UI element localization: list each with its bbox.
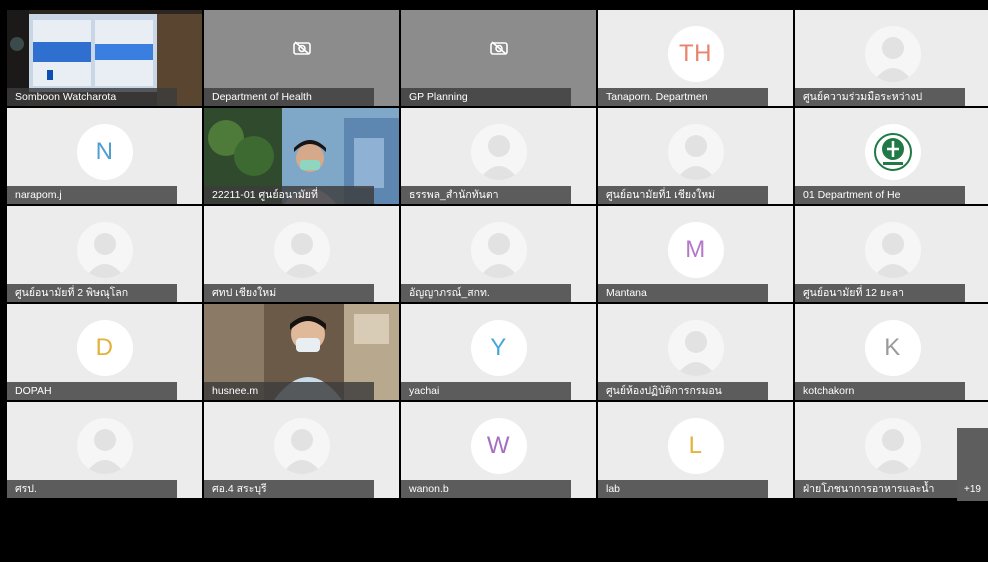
participant-name: ศทป เชียงใหม่ xyxy=(204,284,374,302)
default-avatar-icon xyxy=(470,124,527,181)
participant-name: ศูนย์อนามัยที่ 2 พิษณุโลก xyxy=(7,284,177,302)
initials-avatar: N xyxy=(76,124,133,181)
participant-tile[interactable]: husnee.m xyxy=(204,304,399,400)
participant-tile[interactable]: ศูนย์อนามัยที่1 เชียงใหม่ xyxy=(598,108,793,204)
participant-name: ฝ่ายโภชนาการอาหารและน้ำ xyxy=(795,480,965,498)
participant-tile[interactable]: Y yachai xyxy=(401,304,596,400)
default-avatar-icon xyxy=(470,222,527,279)
participant-name: อัญญาภรณ์_สกท. xyxy=(401,284,571,302)
initials-avatar: L xyxy=(667,418,724,475)
avatar-initials: M xyxy=(685,236,706,264)
default-avatar-icon xyxy=(864,418,921,475)
participant-tile[interactable]: D DOPAH xyxy=(7,304,202,400)
participant-grid: Somboon Watcharota Department of Health … xyxy=(7,10,988,498)
default-avatar-icon xyxy=(76,222,133,279)
participant-name: Mantana xyxy=(598,284,768,302)
participant-name: Somboon Watcharota xyxy=(7,88,177,106)
participant-name: ศอ.4 สระบุรี xyxy=(204,480,374,498)
avatar-initials: N xyxy=(95,138,114,166)
participant-name: 22211-01 ศูนย์อนามัยที่ xyxy=(204,186,374,204)
initials-avatar: TH xyxy=(667,26,724,83)
participant-tile[interactable]: W wanon.b xyxy=(401,402,596,498)
participant-name: wanon.b xyxy=(401,480,571,498)
participant-name: ศูนย์ความร่วมมือระหว่างป xyxy=(795,88,965,106)
participant-name: husnee.m xyxy=(204,382,374,400)
avatar-initials: Y xyxy=(490,334,507,362)
participant-tile[interactable]: GP Planning xyxy=(401,10,596,106)
participant-name: DOPAH xyxy=(7,382,177,400)
default-avatar-icon xyxy=(667,320,724,377)
participant-tile[interactable]: Department of Health xyxy=(204,10,399,106)
participant-name: narapom.j xyxy=(7,186,177,204)
participant-tile[interactable]: ศทป เชียงใหม่ xyxy=(204,206,399,302)
participant-tile[interactable]: ศรป. xyxy=(7,402,202,498)
initials-avatar: M xyxy=(667,222,724,279)
participant-tile[interactable]: N narapom.j xyxy=(7,108,202,204)
initials-avatar: K xyxy=(864,320,921,377)
default-avatar-icon xyxy=(864,26,921,83)
participant-name: ธรรพล_สำนักทันตา xyxy=(401,186,571,204)
avatar-initials: D xyxy=(95,334,114,362)
default-avatar-icon xyxy=(273,418,330,475)
more-participants-count: +19 xyxy=(964,484,981,495)
participant-name: Department of Health xyxy=(204,88,374,106)
camera-off-icon xyxy=(489,41,508,56)
initials-avatar: D xyxy=(76,320,133,377)
participant-tile[interactable]: ศูนย์ห้องปฏิบัติการกรมอน xyxy=(598,304,793,400)
default-avatar-icon xyxy=(667,124,724,181)
initials-avatar: W xyxy=(470,418,527,475)
avatar-initials: TH xyxy=(679,40,712,68)
participant-tile[interactable]: L lab xyxy=(598,402,793,498)
participant-name: ศรป. xyxy=(7,480,177,498)
participant-name: ศูนย์ห้องปฏิบัติการกรมอน xyxy=(598,382,768,400)
participant-tile[interactable]: ศอ.4 สระบุรี xyxy=(204,402,399,498)
participant-tile[interactable]: ศูนย์ความร่วมมือระหว่างป xyxy=(795,10,988,106)
participant-tile[interactable]: 01 Department of He xyxy=(795,108,988,204)
camera-off-icon xyxy=(292,41,311,56)
participant-name: Tanaporn. Departmen xyxy=(598,88,768,106)
default-avatar-icon xyxy=(76,418,133,475)
participant-name: kotchakorn xyxy=(795,382,965,400)
participant-tile[interactable]: M Mantana xyxy=(598,206,793,302)
avatar-initials: W xyxy=(486,432,511,460)
avatar-initials: L xyxy=(688,432,703,460)
bottom-bar xyxy=(0,502,988,562)
participant-name: 01 Department of He xyxy=(795,186,965,204)
participant-tile[interactable]: ธรรพล_สำนักทันตา xyxy=(401,108,596,204)
participant-tile[interactable]: Somboon Watcharota xyxy=(7,10,202,106)
default-avatar-icon xyxy=(864,222,921,279)
participant-tile[interactable]: TH Tanaporn. Departmen xyxy=(598,10,793,106)
avatar-initials: K xyxy=(884,334,901,362)
participant-name: lab xyxy=(598,480,768,498)
participant-tile[interactable]: อัญญาภรณ์_สกท. xyxy=(401,206,596,302)
more-participants-button[interactable]: +19 xyxy=(957,428,988,501)
initials-avatar: Y xyxy=(470,320,527,377)
participant-name: ศูนย์อนามัยที่ 12 ยะลา xyxy=(795,284,965,302)
participant-tile[interactable]: K kotchakorn xyxy=(795,304,988,400)
participant-name: ศูนย์อนามัยที่1 เชียงใหม่ xyxy=(598,186,768,204)
participant-name: GP Planning xyxy=(401,88,571,106)
participant-tile[interactable]: ศูนย์อนามัยที่ 12 ยะลา xyxy=(795,206,988,302)
participant-name: yachai xyxy=(401,382,571,400)
default-avatar-icon xyxy=(273,222,330,279)
participant-tile[interactable]: ศูนย์อนามัยที่ 2 พิษณุโลก xyxy=(7,206,202,302)
participant-tile[interactable]: 22211-01 ศูนย์อนามัยที่ xyxy=(204,108,399,204)
department-logo-icon xyxy=(864,124,921,181)
